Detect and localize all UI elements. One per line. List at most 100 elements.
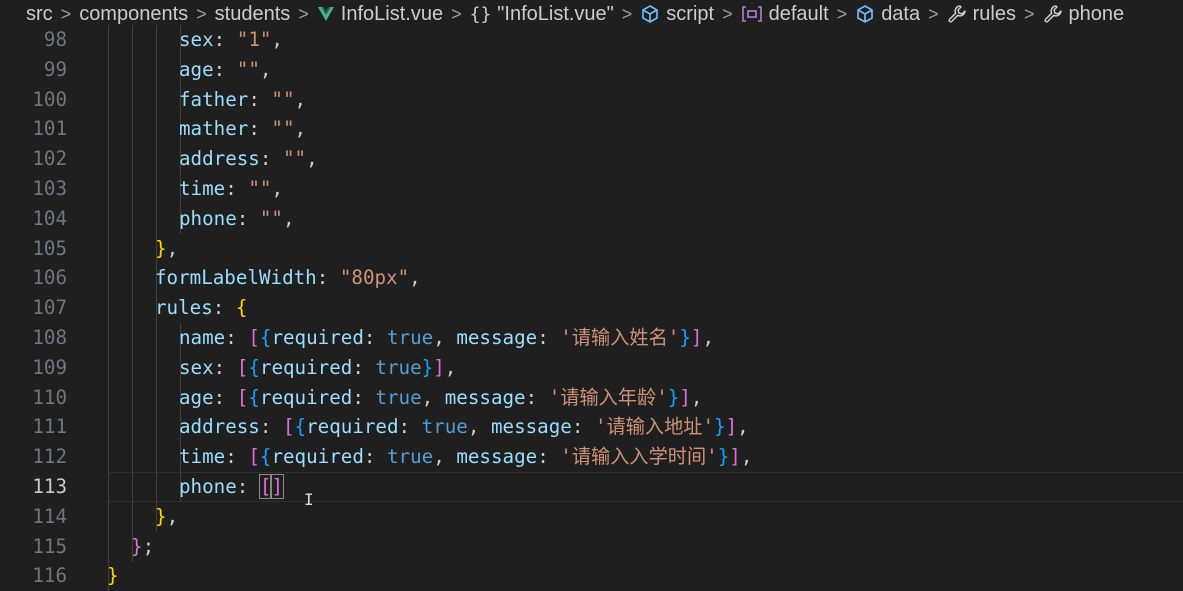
code-token: age xyxy=(179,57,214,81)
code-line[interactable]: 114}, xyxy=(0,501,1183,532)
breadcrumb-separator: > xyxy=(722,3,733,24)
code-text: }; xyxy=(131,532,154,562)
indent-guide xyxy=(108,54,109,85)
code-text: address: "", xyxy=(179,144,318,174)
breadcrumb-item[interactable]: students xyxy=(215,3,291,26)
code-token: : xyxy=(525,385,549,409)
indent-guide xyxy=(108,501,109,532)
code-text: rules: { xyxy=(155,293,247,323)
code-line[interactable]: 115}; xyxy=(0,531,1183,562)
code-token: { xyxy=(259,326,272,349)
code-token: "" xyxy=(271,117,295,141)
code-token: { xyxy=(248,385,260,409)
code-line[interactable]: 101 mather: "", xyxy=(0,114,1183,145)
code-token: "" xyxy=(282,147,307,171)
code-line[interactable]: 109 sex: [{required: true}], xyxy=(0,352,1183,383)
code-line[interactable]: 103 time: "", xyxy=(0,174,1183,204)
code-token: : xyxy=(363,326,387,349)
indent-guide xyxy=(156,352,157,383)
code-line[interactable]: 113 phone: [] xyxy=(0,472,1183,502)
code-line[interactable]: 104 phone: "", xyxy=(0,203,1183,234)
vue-icon xyxy=(317,6,335,22)
code-line[interactable]: 112 time: [{required: true, message: '请输入… xyxy=(0,442,1183,473)
code-line[interactable]: 100 father: "", xyxy=(0,84,1183,115)
code-token: ; xyxy=(142,534,155,558)
breadcrumb-item[interactable]: rules xyxy=(947,3,1016,26)
code-text: time: [{required: true, message: '请输入入学时… xyxy=(179,442,752,472)
code-token: father xyxy=(179,87,249,111)
line-number: 99 xyxy=(43,57,67,81)
code-line[interactable]: 102 address: "", xyxy=(0,144,1183,175)
code-token: "" xyxy=(271,87,295,111)
code-token: required xyxy=(259,355,353,379)
code-text: age: [{required: true, message: '请输入年龄'}… xyxy=(179,383,702,413)
code-token: } xyxy=(131,534,143,558)
code-line[interactable]: 111 address: [{required: true, message: '… xyxy=(0,412,1183,443)
code-text: phone: [] xyxy=(179,472,284,502)
code-token: } xyxy=(679,326,691,349)
code-line[interactable]: 106 formLabelWidth: "80px", xyxy=(0,263,1183,294)
breadcrumb-item[interactable]: src xyxy=(26,3,53,26)
indent-guide xyxy=(108,114,109,145)
code-token: : xyxy=(213,28,237,51)
code-token: sex xyxy=(179,355,214,379)
code-line[interactable]: 108 name: [{required: true, message: '请输入… xyxy=(0,323,1183,353)
code-token: mather xyxy=(179,117,249,141)
code-line[interactable]: 107 rules: { xyxy=(0,293,1183,324)
code-token: [ xyxy=(282,415,295,439)
line-number: 116 xyxy=(32,564,67,588)
cube-icon xyxy=(855,4,875,24)
code-token: required xyxy=(271,326,364,349)
module-icon xyxy=(741,5,763,23)
code-token: required xyxy=(259,385,353,409)
code-line[interactable]: 99 age: "", xyxy=(0,54,1183,85)
indent-guide xyxy=(156,472,157,502)
code-token: formLabelWidth xyxy=(155,266,317,290)
breadcrumb-item[interactable]: script xyxy=(640,3,714,26)
code-token: , xyxy=(259,57,272,81)
code-text: father: "", xyxy=(179,85,306,115)
breadcrumb-item[interactable]: components xyxy=(79,3,188,26)
line-number: 109 xyxy=(32,355,67,379)
code-text: age: "", xyxy=(179,55,271,85)
breadcrumb-item[interactable]: {} "InfoList.vue" xyxy=(470,3,614,26)
code-token: : xyxy=(225,177,249,200)
breadcrumb-item[interactable]: default xyxy=(741,3,829,26)
code-token: age xyxy=(179,385,214,409)
indent-guide xyxy=(108,472,109,502)
indent-guide xyxy=(132,203,133,234)
indent-guide xyxy=(108,442,109,473)
code-token: , xyxy=(690,385,703,409)
code-token: : xyxy=(537,326,561,349)
line-number: 102 xyxy=(32,147,67,171)
code-editor[interactable]: 98 sex: "1", 99 age: "", 100 father: "", 101 ma… xyxy=(0,25,1183,591)
code-token: message xyxy=(490,415,572,439)
breadcrumb-item[interactable]: data xyxy=(855,3,920,26)
code-token: ] xyxy=(729,445,741,469)
breadcrumb-item[interactable]: phone xyxy=(1043,3,1124,26)
line-number: 112 xyxy=(32,445,67,469)
code-token: , xyxy=(306,147,318,171)
code-token: true xyxy=(421,415,468,439)
code-token: , xyxy=(433,445,457,469)
code-line[interactable]: 110 age: [{required: true, message: '请输入年… xyxy=(0,382,1183,413)
indent-guide xyxy=(108,233,109,264)
indent-guide xyxy=(108,144,109,175)
indent-guide xyxy=(156,382,157,413)
code-token: [ xyxy=(248,326,260,349)
code-token: , xyxy=(421,385,445,409)
code-line[interactable]: 98 sex: "1", xyxy=(0,25,1183,55)
code-token: : xyxy=(259,415,283,439)
breadcrumb-separator: > xyxy=(451,3,462,24)
code-text: mather: "", xyxy=(179,114,306,144)
breadcrumb-separator: > xyxy=(298,3,309,24)
breadcrumb-label: src xyxy=(26,2,53,25)
code-token: , xyxy=(409,266,421,290)
breadcrumb-item[interactable]: InfoList.vue xyxy=(317,3,443,26)
code-line[interactable]: 105}, xyxy=(0,233,1183,264)
code-token: "80px" xyxy=(339,266,410,290)
code-text: }, xyxy=(155,502,178,532)
code-token: rules xyxy=(155,296,213,320)
code-line[interactable]: 116} xyxy=(0,561,1183,591)
indent-guide xyxy=(132,25,133,55)
